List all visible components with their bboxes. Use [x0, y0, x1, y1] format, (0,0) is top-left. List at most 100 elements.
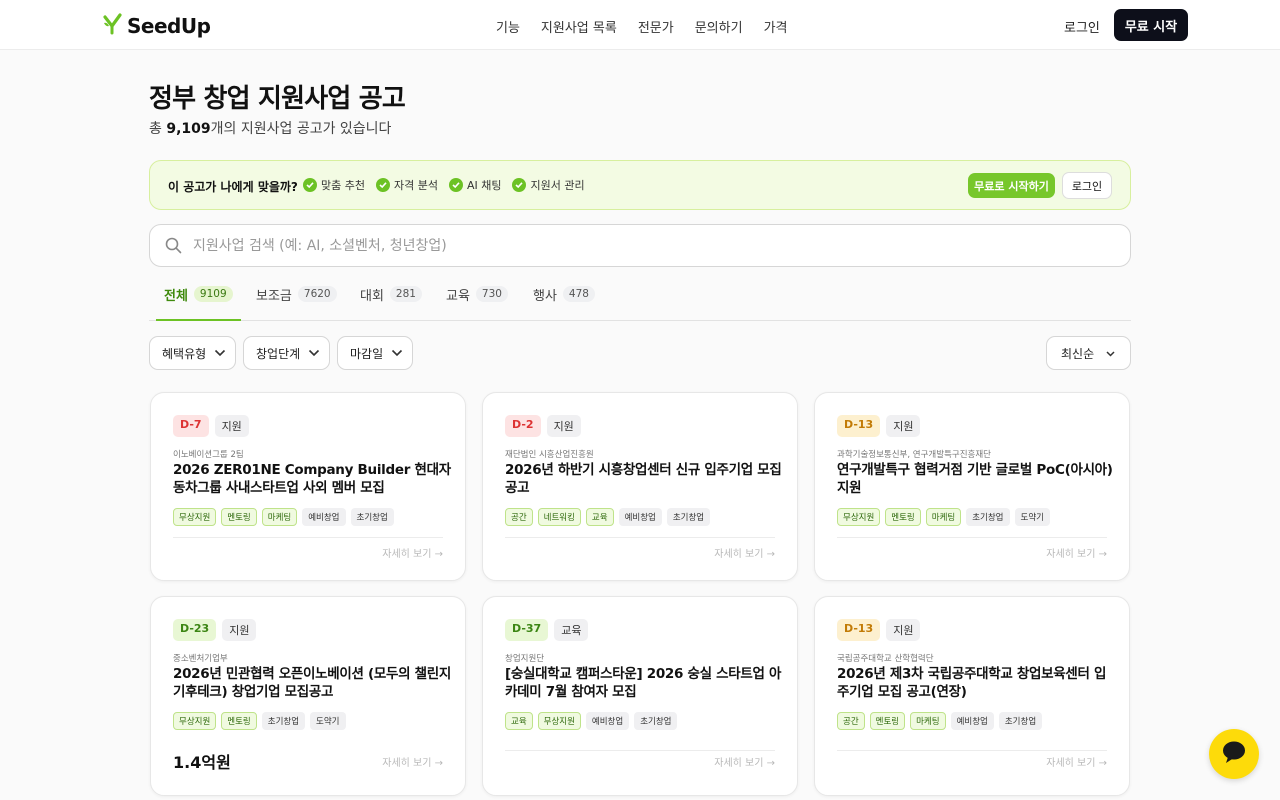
card-title[interactable]: 연구개발특구 협력거점 기반 글로벌 PoC(아시아) 지원 [837, 461, 1115, 497]
nav-pricing[interactable]: 가격 [764, 17, 788, 36]
tab-subsidy[interactable]: 보조금 7620 [256, 285, 337, 321]
card-organization: 국립공주대학교 산학협력단 [837, 654, 934, 664]
card-tag: 공간 [505, 508, 533, 526]
tab-event[interactable]: 행사 478 [533, 285, 595, 321]
card-organization: 이노베이션그룹 2팀 [173, 450, 244, 460]
promo-feature-label: 자격 분석 [393, 179, 438, 192]
card-tag: 예비창업 [950, 712, 994, 730]
card-divider [505, 750, 775, 751]
brand-name: SeedUp [127, 14, 211, 38]
card-tag: 도약기 [310, 712, 346, 730]
filter-benefit-type[interactable]: 혜택유형 [149, 336, 236, 370]
card-tag: 멘토링 [869, 712, 906, 730]
filter-deadline[interactable]: 마감일 [337, 336, 413, 370]
free-start-button[interactable]: 무료 시작 [1114, 9, 1188, 41]
card-title[interactable]: 2026년 민관협력 오픈이노베이션 (모두의 챌린지 기후테크) 창업기업 모… [173, 665, 451, 701]
check-icon [303, 178, 317, 192]
view-details-link[interactable]: 자세히 보기 → [714, 754, 775, 769]
card-tag: 마케팅 [910, 712, 946, 730]
promo-login-button[interactable]: 로그인 [1062, 172, 1112, 199]
program-card[interactable]: D-13 지원 과학기술정보통신부, 연구개발특구진흥재단 연구개발특구 협력거… [814, 392, 1130, 581]
filter-label: 혜택유형 [162, 346, 207, 361]
program-card[interactable]: D-7 지원 이노베이션그룹 2팀 2026 ZER01NE Company B… [150, 392, 466, 581]
category-badge: 지원 [886, 415, 921, 437]
chat-bubble-icon [1221, 740, 1247, 768]
card-tag: 예비창업 [618, 508, 662, 526]
card-badges: D-7 지원 [173, 415, 249, 437]
card-organization: 중소벤처기업부 [173, 654, 228, 664]
filter-startup-stage[interactable]: 창업단계 [243, 336, 330, 370]
total-count: 9,109 [166, 121, 211, 137]
card-tag: 초기창업 [998, 712, 1043, 730]
card-divider [173, 537, 443, 538]
tab-label: 보조금 [256, 289, 292, 304]
card-badges: D-23 지원 [173, 619, 257, 641]
chevron-down-icon [308, 346, 320, 360]
promo-start-button[interactable]: 무료로 시작하기 [968, 173, 1055, 198]
tab-count: 9109 [193, 286, 233, 302]
chevron-down-icon [391, 346, 403, 360]
category-badge: 지원 [222, 619, 257, 641]
card-tag: 마케팅 [925, 508, 962, 526]
card-badges: D-2 지원 [505, 415, 581, 437]
card-tag: 초기창업 [350, 508, 394, 526]
nav-contact[interactable]: 문의하기 [695, 17, 743, 36]
program-card[interactable]: D-37 교육 창업지원단 [숭실대학교 캠퍼스타운] 2026 숭실 스타트업… [482, 596, 798, 796]
tab-contest[interactable]: 대회 281 [360, 285, 422, 321]
search-input[interactable] [193, 233, 1093, 259]
view-details-link[interactable]: 자세히 보기 → [1046, 545, 1107, 560]
card-tag: 초기창업 [261, 712, 306, 730]
nav-experts[interactable]: 전문가 [638, 17, 674, 36]
card-tags: 무상지원 멘토링 초기창업 도약기 [173, 712, 346, 730]
card-tag: 무상지원 [537, 712, 581, 730]
login-link[interactable]: 로그인 [1064, 17, 1100, 36]
program-card[interactable]: D-2 지원 재단법인 시흥산업진흥원 2026년 하반기 시흥창업센터 신규 … [482, 392, 798, 581]
view-details-link[interactable]: 자세히 보기 → [714, 545, 775, 560]
card-organization: 재단법인 시흥산업진흥원 [505, 450, 594, 460]
program-card[interactable]: D-13 지원 국립공주대학교 산학협력단 2026년 제3차 국립공주대학교 … [814, 596, 1130, 796]
card-tag: 멘토링 [885, 508, 921, 526]
tab-education[interactable]: 교육 730 [446, 285, 508, 321]
sort-select[interactable]: 최신순 [1046, 336, 1131, 370]
check-icon [375, 178, 390, 192]
top-header: SeedUp 기능 지원사업 목록 전문가 문의하기 가격 로그인 무료 시작 [0, 0, 1280, 50]
view-details-link[interactable]: 자세히 보기 → [382, 754, 443, 769]
card-title[interactable]: 2026년 하반기 시흥창업센터 신규 입주기업 모집 공고 [505, 461, 783, 497]
category-badge: 지원 [546, 415, 581, 437]
tab-all[interactable]: 전체 9109 [156, 285, 241, 321]
card-tags: 무상지원 멘토링 마케팅 초기창업 도약기 [837, 508, 1050, 526]
promo-feature: AI 채팅 [448, 177, 501, 193]
nav-features[interactable]: 기능 [496, 17, 520, 36]
tab-label: 교육 [446, 289, 470, 304]
view-details-link[interactable]: 자세히 보기 → [382, 545, 443, 560]
promo-feature-label: 맞춤 추천 [321, 179, 365, 192]
card-title[interactable]: 2026 ZER01NE Company Builder 현대자동차그룹 사내스… [173, 461, 451, 497]
dday-badge: D-37 [505, 619, 549, 641]
promo-features: 맞춤 추천 자격 분석 AI 채팅 지원서 관리 [303, 177, 585, 193]
brand-logo[interactable]: SeedUp [101, 13, 211, 39]
promo-banner: 이 공고가 나에게 맞을까? 맞춤 추천 자격 분석 AI 채팅 지원서 관리 … [149, 160, 1131, 210]
card-tag: 무상지원 [173, 712, 217, 730]
nav-programs[interactable]: 지원사업 목록 [541, 17, 617, 36]
sprout-logo-icon [101, 13, 123, 39]
tab-label: 전체 [164, 289, 188, 304]
card-badges: D-13 지원 [837, 415, 921, 437]
promo-feature: 자격 분석 [375, 177, 438, 193]
dday-badge: D-2 [505, 415, 541, 437]
card-title[interactable]: 2026년 제3차 국립공주대학교 창업보육센터 입주기업 모집 공고(연장) [837, 665, 1115, 701]
promo-feature-label: 지원서 관리 [530, 179, 585, 192]
chat-button[interactable] [1209, 729, 1259, 779]
promo-feature: 맞춤 추천 [303, 177, 365, 193]
tab-count: 730 [475, 286, 508, 302]
check-icon [512, 178, 527, 192]
card-organization: 과학기술정보통신부, 연구개발특구진흥재단 [837, 450, 991, 460]
card-tag: 예비창업 [585, 712, 630, 730]
chevron-down-icon [214, 346, 226, 360]
card-tag: 무상지원 [173, 508, 217, 526]
card-tags: 무상지원 멘토링 마케팅 예비창업 초기창업 [173, 508, 394, 526]
card-tag: 초기창업 [634, 712, 678, 730]
card-title[interactable]: [숭실대학교 캠퍼스타운] 2026 숭실 스타트업 아카데미 7월 참여자 모… [505, 665, 783, 701]
view-details-link[interactable]: 자세히 보기 → [1046, 754, 1107, 769]
card-tag: 마케팅 [261, 508, 298, 526]
program-card[interactable]: D-23 지원 중소벤처기업부 2026년 민관협력 오픈이노베이션 (모두의 … [150, 596, 466, 796]
